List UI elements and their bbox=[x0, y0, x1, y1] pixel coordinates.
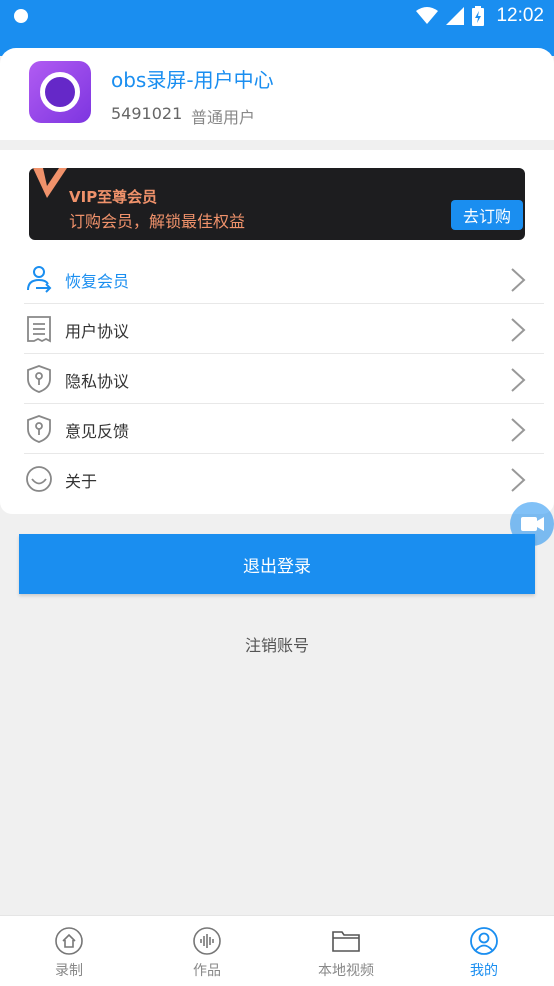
status-bar: 12:02 bbox=[0, 0, 554, 32]
user-role: 普通用户 bbox=[191, 108, 256, 127]
chevron-right-icon bbox=[511, 268, 526, 292]
menu-item-user-agreement[interactable]: 用户协议 bbox=[24, 304, 544, 354]
chevron-right-icon bbox=[511, 368, 526, 392]
tab-label-local-video: 本地视频 bbox=[318, 963, 374, 979]
menu-label-privacy-policy: 隐私协议 bbox=[65, 372, 130, 391]
folder-icon bbox=[332, 931, 360, 952]
profile-card: obs录屏-用户中心 5491021 普通用户 bbox=[0, 48, 554, 140]
tab-record[interactable]: 录制 bbox=[0, 916, 138, 986]
tab-local-video[interactable]: 本地视频 bbox=[277, 916, 415, 986]
smile-icon bbox=[26, 466, 52, 492]
vip-ribbon-icon bbox=[33, 168, 67, 198]
tab-label-record: 录制 bbox=[55, 963, 83, 979]
menu-label-restore-membership: 恢复会员 bbox=[65, 272, 130, 291]
vip-title: VIP至尊会员 bbox=[69, 188, 158, 206]
vip-banner[interactable]: VIP至尊会员 订购会员，解锁最佳权益 去订购 bbox=[29, 168, 525, 240]
audio-wave-icon bbox=[193, 927, 221, 955]
chevron-right-icon bbox=[511, 418, 526, 442]
battery-icon bbox=[472, 6, 485, 26]
menu-label-user-agreement: 用户协议 bbox=[65, 322, 130, 341]
shield-icon bbox=[27, 365, 51, 393]
status-icons: 12:02 bbox=[416, 0, 544, 32]
user-icon bbox=[470, 927, 498, 955]
menu-item-privacy-policy[interactable]: 隐私协议 bbox=[24, 354, 544, 404]
restore-user-icon bbox=[27, 266, 52, 293]
subscribe-button[interactable]: 去订购 bbox=[451, 200, 523, 230]
menu-item-restore-membership[interactable]: 恢复会员 bbox=[24, 254, 544, 304]
document-icon bbox=[27, 316, 51, 343]
status-time: 12:02 bbox=[496, 5, 544, 26]
notification-dot-icon bbox=[14, 9, 28, 23]
signal-icon bbox=[446, 7, 465, 25]
app-logo-icon bbox=[29, 61, 91, 123]
user-id: 5491021 bbox=[111, 104, 183, 123]
app-title: obs录屏-用户中心 bbox=[111, 68, 274, 92]
menu-label-feedback: 意见反馈 bbox=[65, 422, 130, 441]
tab-works[interactable]: 作品 bbox=[138, 916, 276, 986]
menu-item-feedback[interactable]: 意见反馈 bbox=[24, 404, 544, 454]
menu-item-about[interactable]: 关于 bbox=[24, 454, 544, 504]
wifi-icon bbox=[416, 7, 439, 24]
tab-label-mine: 我的 bbox=[470, 963, 498, 979]
logout-button[interactable]: 退出登录 bbox=[19, 534, 535, 594]
tab-mine[interactable]: 我的 bbox=[415, 916, 553, 986]
menu-label-about: 关于 bbox=[65, 472, 98, 491]
menu-card: VIP至尊会员 订购会员，解锁最佳权益 去订购 恢复会员 用户协议 隐私协议 意… bbox=[0, 150, 554, 514]
home-icon bbox=[55, 927, 83, 955]
tab-label-works: 作品 bbox=[193, 963, 221, 979]
bottom-tab-bar: 录制 作品 本地视频 我的 bbox=[0, 915, 554, 986]
chevron-right-icon bbox=[511, 468, 526, 492]
chevron-right-icon bbox=[511, 318, 526, 342]
shield-icon bbox=[27, 415, 51, 443]
cancel-account-link[interactable]: 注销账号 bbox=[0, 632, 554, 656]
vip-subtitle: 订购会员，解锁最佳权益 bbox=[69, 212, 246, 231]
